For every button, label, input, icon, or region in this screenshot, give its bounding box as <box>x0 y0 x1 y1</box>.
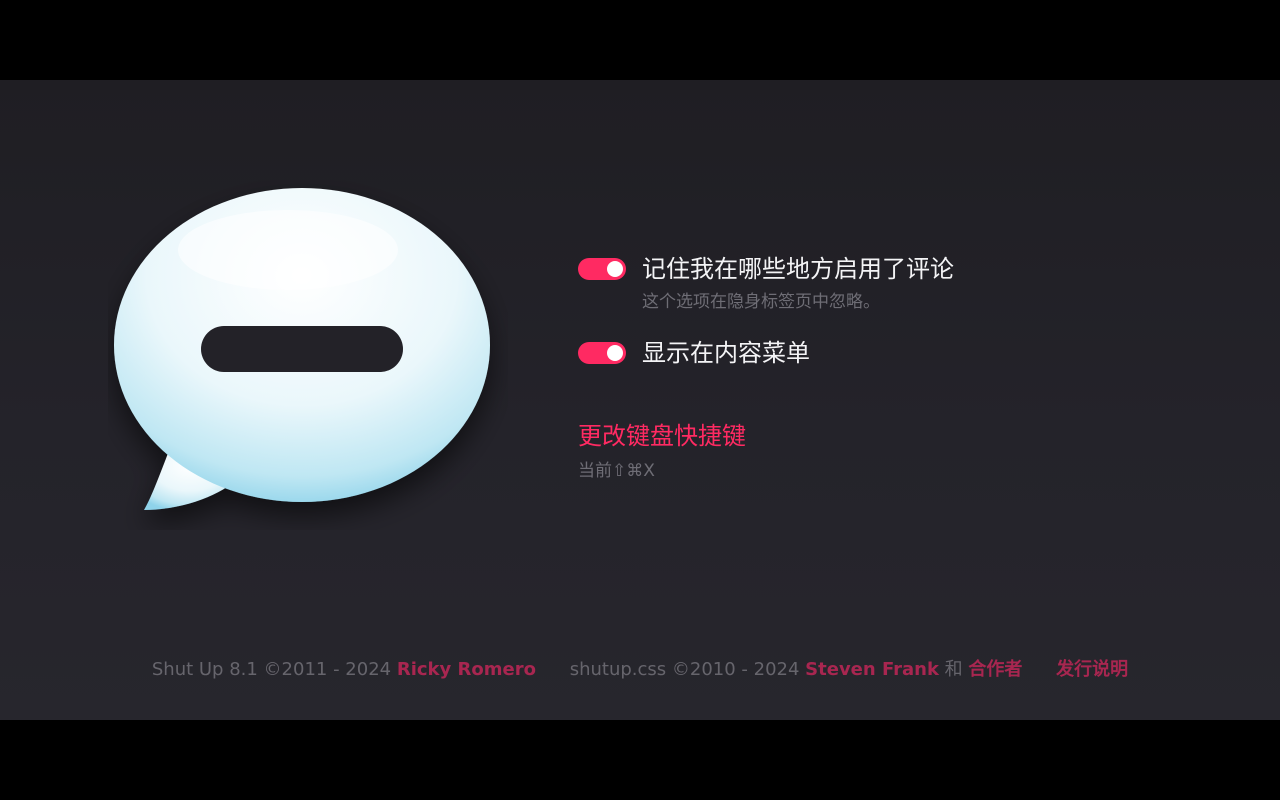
release-notes-link[interactable]: 发行说明 <box>1056 659 1128 680</box>
option-remember-enabled: 记住我在哪些地方启用了评论 这个选项在隐身标签页中忽略。 <box>578 250 1218 312</box>
release-notes-seg: 发行说明 <box>1056 654 1128 686</box>
show-context-menu-toggle[interactable] <box>578 342 626 364</box>
contributors-link[interactable]: 合作者 <box>968 659 1022 680</box>
app-credit: Shut Up 8.1 ©2011 - 2024 Ricky Romero <box>152 654 536 686</box>
toggle-knob <box>607 345 623 361</box>
and-word: 和 <box>944 659 963 680</box>
remember-enabled-sublabel: 这个选项在隐身标签页中忽略。 <box>642 292 880 312</box>
remember-enabled-label: 记住我在哪些地方启用了评论 <box>642 255 954 283</box>
change-shortcut-link[interactable]: 更改键盘快捷键 <box>578 418 746 454</box>
letterbox-top <box>0 0 1280 80</box>
toggle-knob <box>607 261 623 277</box>
css-credit-text: shutup.css ©2010 - 2024 <box>569 659 800 680</box>
preferences-panel: 记住我在哪些地方启用了评论 这个选项在隐身标签页中忽略。 显示在内容菜单 更改键… <box>0 80 1280 720</box>
app-credit-text: Shut Up 8.1 ©2011 - 2024 <box>151 659 392 680</box>
letterbox-bottom <box>0 720 1280 800</box>
footer: Shut Up 8.1 ©2011 - 2024 Ricky Romero sh… <box>0 654 1280 686</box>
speech-bubble-logo-icon <box>114 188 490 510</box>
show-context-menu-label: 显示在内容菜单 <box>642 339 810 367</box>
option-show-context-menu: 显示在内容菜单 <box>578 334 1218 374</box>
css-author-link[interactable]: Steven Frank <box>805 659 939 680</box>
remember-enabled-toggle[interactable] <box>578 258 626 280</box>
css-credit: shutup.css ©2010 - 2024 Steven Frank 和 合… <box>570 654 1023 686</box>
app-author-link[interactable]: Ricky Romero <box>397 659 536 680</box>
current-shortcut-text: 当前⇧⌘X <box>578 461 655 481</box>
